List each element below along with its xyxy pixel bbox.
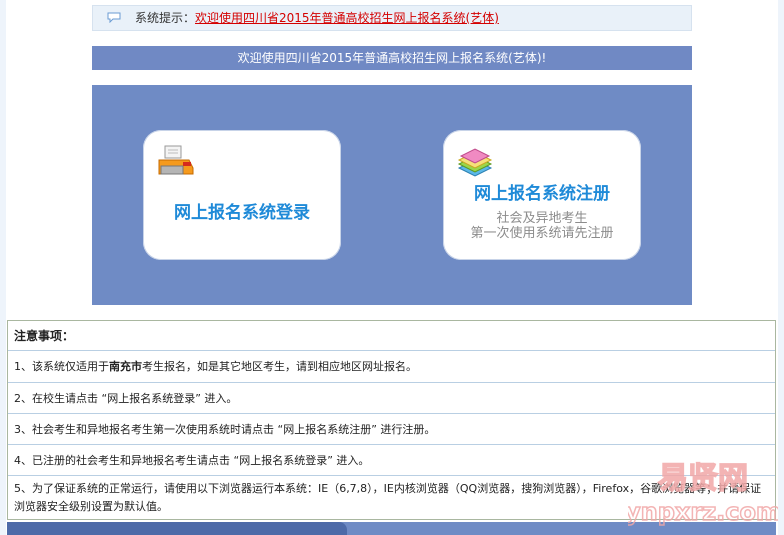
printer-icon [158,145,194,175]
speech-bubble-icon [107,12,121,23]
note-item-1-post: 考生报名，如是其它地区考生，请到相应地区网址报名。 [142,360,417,373]
welcome-bar: 欢迎使用四川省2015年普通高校招生网上报名系统(艺体)! [92,46,692,70]
footer-tab [7,522,347,535]
notes-heading: 注意事项： [8,321,775,351]
register-subtitle-1: 社会及异地考生 [496,211,588,226]
note-item-1-pre: 1、该系统仅适用于 [14,360,109,373]
notice-text: 系统提示：欢迎使用四川省2015年普通高校招生网上报名系统(艺体) [135,6,499,30]
notes-table: 注意事项： 1、该系统仅适用于南充市考生报名，如是其它地区考生，请到相应地区网址… [7,320,776,520]
note-item-1-city: 南充市 [109,360,142,373]
note-item-3: 3、社会考生和异地报名考生第一次使用系统时请点击 “网上报名系统注册” 进行注册… [8,414,775,445]
notice-link[interactable]: 欢迎使用四川省2015年普通高校招生网上报名系统(艺体) [195,11,499,25]
note-item-2: 2、在校生请点击 “网上报名系统登录” 进入。 [8,383,775,414]
books-icon [457,148,493,177]
register-card[interactable]: 网上报名系统注册 社会及异地考生 第一次使用系统请先注册 [443,130,641,260]
register-subtitle-2: 第一次使用系统请先注册 [470,226,614,241]
footer-bar [7,522,776,535]
note-item-1: 1、该系统仅适用于南充市考生报名，如是其它地区考生，请到相应地区网址报名。 [8,351,775,383]
entry-panel: 网上报名系统登录 网上报名系统注册 社会及异地考生 第一次使用系统请先注册 [92,85,692,305]
login-title[interactable]: 网上报名系统登录 [143,198,341,223]
note-item-5: 5、为了保证系统的正常运行，请使用以下浏览器运行本系统：IE（6,7,8），IE… [14,482,762,513]
notice-label: 系统提示： [135,11,196,25]
note-item-4: 4、已注册的社会考生和异地报名考生请点击 “网上报名系统登录” 进入。 [8,445,775,476]
system-notice-bar: 系统提示：欢迎使用四川省2015年普通高校招生网上报名系统(艺体) [92,5,692,31]
register-title[interactable]: 网上报名系统注册 [443,179,641,204]
login-card[interactable]: 网上报名系统登录 [143,130,341,260]
